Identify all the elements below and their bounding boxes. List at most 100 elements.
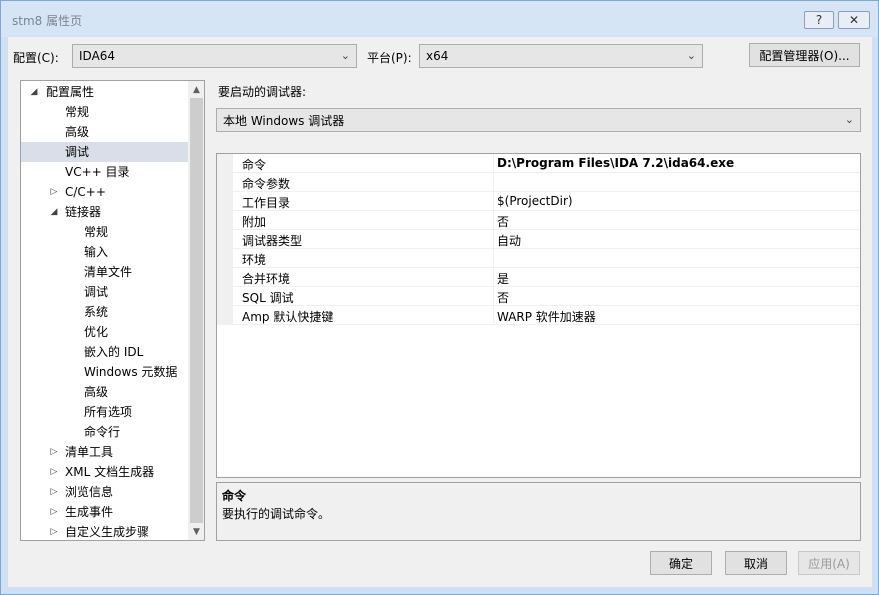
tree-item-label: Windows 元数据 xyxy=(84,365,178,379)
config-label: 配置(C): xyxy=(13,51,59,65)
property-name: Amp 默认快捷键 xyxy=(242,310,334,324)
tree-item-linker-general[interactable]: 常规 xyxy=(21,222,188,242)
row-gutter xyxy=(217,211,233,230)
tree-item-xml-doc-generator[interactable]: ▷ XML 文档生成器 xyxy=(21,462,188,482)
property-row[interactable]: 命令参数 xyxy=(217,173,860,192)
tree-item-advanced[interactable]: 高级 xyxy=(21,122,188,142)
tree-item-linker-command-line[interactable]: 命令行 xyxy=(21,422,188,442)
property-value[interactable]: $(ProjectDir) xyxy=(497,194,573,208)
help-button[interactable]: ? xyxy=(804,11,834,29)
tree-item-vc-directories[interactable]: VC++ 目录 xyxy=(21,162,188,182)
config-manager-button[interactable]: 配置管理器(O)... xyxy=(749,43,860,67)
tree-item-label: 优化 xyxy=(84,325,109,339)
platform-label: 平台(P): xyxy=(367,51,412,65)
tree-scrollbar[interactable]: ▲ ▼ xyxy=(188,81,204,540)
triangle-collapsed-icon[interactable]: ▷ xyxy=(49,502,59,522)
property-value[interactable]: WARP 软件加速器 xyxy=(497,308,596,325)
property-row[interactable]: 合并环境 是 xyxy=(217,268,860,287)
tree-item-linker-embedded-idl[interactable]: 嵌入的 IDL xyxy=(21,342,188,362)
help-icon: ? xyxy=(815,13,823,27)
row-gutter xyxy=(217,154,233,173)
property-name: 工作目录 xyxy=(242,196,291,210)
tree-item-linker[interactable]: ◢ 链接器 xyxy=(21,202,188,222)
property-name: SQL 调试 xyxy=(242,291,294,305)
tree-item-build-events[interactable]: ▷ 生成事件 xyxy=(21,502,188,522)
triangle-collapsed-icon[interactable]: ▷ xyxy=(49,482,59,502)
tree-item-label: 系统 xyxy=(84,305,109,319)
property-grid: 命令 D:\Program Files\IDA 7.2\ida64.exe 命令… xyxy=(216,153,861,478)
tree-item-custom-build-step[interactable]: ▷ 自定义生成步骤 xyxy=(21,522,188,540)
tree-item-linker-manifest[interactable]: 清单文件 xyxy=(21,262,188,282)
tree-item-linker-windows-metadata[interactable]: Windows 元数据 xyxy=(21,362,188,382)
property-row[interactable]: 环境 xyxy=(217,249,860,268)
close-button[interactable]: ✕ xyxy=(838,11,870,29)
scroll-up-icon[interactable]: ▲ xyxy=(188,81,204,98)
description-title: 命令 xyxy=(222,489,247,503)
property-value[interactable]: 是 xyxy=(497,270,509,287)
column-separator xyxy=(493,287,494,306)
debugger-select[interactable]: 本地 Windows 调试器 ⌄ xyxy=(216,108,861,132)
property-row[interactable]: SQL 调试 否 xyxy=(217,287,860,306)
chevron-down-icon: ⌄ xyxy=(340,49,350,62)
config-select[interactable]: IDA64 ⌄ xyxy=(72,44,357,68)
tree-item-label: 浏览信息 xyxy=(65,485,114,499)
cancel-button[interactable]: 取消 xyxy=(725,551,787,575)
property-name: 命令参数 xyxy=(242,177,291,191)
triangle-expanded-icon[interactable]: ◢ xyxy=(49,202,59,222)
triangle-expanded-icon[interactable]: ◢ xyxy=(29,82,39,102)
column-separator xyxy=(493,154,494,173)
tree-item-label: 常规 xyxy=(84,225,109,239)
property-value[interactable]: D:\Program Files\IDA 7.2\ida64.exe xyxy=(497,156,734,170)
config-select-value: IDA64 xyxy=(79,49,116,63)
apply-button[interactable]: 应用(A) xyxy=(798,551,860,575)
property-name: 命令 xyxy=(242,158,267,172)
tree-item-label: C/C++ xyxy=(65,185,106,199)
property-row[interactable]: 调试器类型 自动 xyxy=(217,230,860,249)
tree-item-label: XML 文档生成器 xyxy=(65,465,155,479)
tree-item-linker-optimization[interactable]: 优化 xyxy=(21,322,188,342)
tree-item-general[interactable]: 常规 xyxy=(21,102,188,122)
tree-item-label: 清单文件 xyxy=(84,265,133,279)
property-row[interactable]: 命令 D:\Program Files\IDA 7.2\ida64.exe xyxy=(217,154,860,173)
tree-item-linker-input[interactable]: 输入 xyxy=(21,242,188,262)
window-title: stm8 属性页 xyxy=(12,14,83,28)
column-separator xyxy=(493,173,494,192)
tree-item-label: 输入 xyxy=(84,245,109,259)
property-name: 调试器类型 xyxy=(242,234,303,248)
property-value[interactable]: 自动 xyxy=(497,232,521,249)
tree-item-label: 调试 xyxy=(65,145,90,159)
chevron-down-icon: ⌄ xyxy=(844,113,854,126)
tree-item-linker-debugging[interactable]: 调试 xyxy=(21,282,188,302)
property-value[interactable]: 否 xyxy=(497,289,509,306)
triangle-collapsed-icon[interactable]: ▷ xyxy=(49,522,59,540)
tree-root[interactable]: ◢ 配置属性 xyxy=(21,82,188,102)
property-row[interactable]: Amp 默认快捷键 WARP 软件加速器 xyxy=(217,306,860,325)
description-text: 要执行的调试命令。 xyxy=(222,507,331,521)
debugger-label: 要启动的调试器: xyxy=(218,85,307,99)
scroll-down-icon[interactable]: ▼ xyxy=(188,523,204,540)
column-separator xyxy=(493,230,494,249)
tree-item-label: 高级 xyxy=(84,385,109,399)
property-row[interactable]: 附加 否 xyxy=(217,211,860,230)
property-row[interactable]: 工作目录 $(ProjectDir) xyxy=(217,192,860,211)
property-value[interactable]: 否 xyxy=(497,213,509,230)
tree-item-label: 命令行 xyxy=(84,425,121,439)
triangle-collapsed-icon[interactable]: ▷ xyxy=(49,462,59,482)
tree-item-linker-all-options[interactable]: 所有选项 xyxy=(21,402,188,422)
triangle-collapsed-icon[interactable]: ▷ xyxy=(49,182,59,202)
property-name: 环境 xyxy=(242,253,267,267)
tree-item-linker-system[interactable]: 系统 xyxy=(21,302,188,322)
tree-item-linker-advanced[interactable]: 高级 xyxy=(21,382,188,402)
platform-select[interactable]: x64 ⌄ xyxy=(419,44,703,68)
tree-item-debugging[interactable]: 调试 xyxy=(21,142,188,162)
property-name: 合并环境 xyxy=(242,272,291,286)
scrollbar-thumb[interactable] xyxy=(190,98,203,523)
triangle-collapsed-icon[interactable]: ▷ xyxy=(49,442,59,462)
tree-item-c-cpp[interactable]: ▷ C/C++ xyxy=(21,182,188,202)
ok-button[interactable]: 确定 xyxy=(650,551,712,575)
tree-item-browse-info[interactable]: ▷ 浏览信息 xyxy=(21,482,188,502)
row-gutter xyxy=(217,249,233,268)
row-gutter xyxy=(217,268,233,287)
tree-item-manifest-tool[interactable]: ▷ 清单工具 xyxy=(21,442,188,462)
column-separator xyxy=(493,268,494,287)
